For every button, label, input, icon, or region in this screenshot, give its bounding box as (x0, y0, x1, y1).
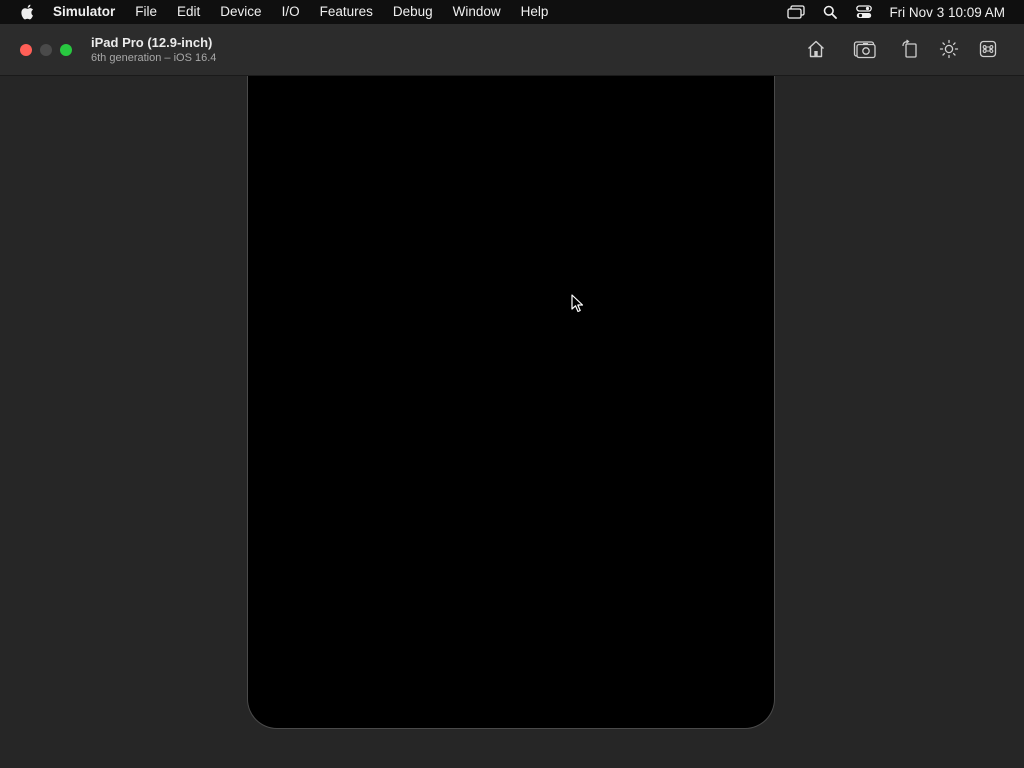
home-icon (808, 40, 824, 58)
menu-bar: Simulator File Edit Device I/O Features … (0, 0, 1024, 24)
appearance-sun-icon (939, 39, 959, 59)
screenshot-camera-icon (853, 41, 876, 59)
rotate-icon (902, 39, 917, 58)
control-center-icon[interactable] (853, 0, 875, 24)
screen-mirroring-icon[interactable] (785, 0, 807, 24)
simulator-title-bar: iPad Pro (12.9-inch) 6th generation – iO… (0, 24, 1024, 76)
menu-bar-status-area: Fri Nov 3 10:09 AM (773, 0, 1024, 24)
menu-window[interactable]: Window (443, 0, 511, 24)
device-subtitle: 6th generation – iOS 16.4 (91, 52, 217, 64)
menu-edit[interactable]: Edit (167, 0, 210, 24)
search-icon[interactable] (819, 0, 841, 24)
command-icon (979, 40, 997, 58)
screenshot-button[interactable] (853, 37, 877, 61)
mouse-cursor-icon (571, 294, 584, 313)
device-screen[interactable] (251, 76, 771, 725)
window-minimize-button[interactable] (40, 44, 52, 56)
appearance-button[interactable] (937, 37, 961, 61)
menu-device[interactable]: Device (210, 0, 271, 24)
menu-io[interactable]: I/O (272, 0, 310, 24)
menu-app-name[interactable]: Simulator (53, 0, 125, 24)
ipad-device-frame (247, 76, 775, 729)
menu-file[interactable]: File (125, 0, 167, 24)
keyboard-shortcuts-button[interactable] (976, 37, 1000, 61)
menu-features[interactable]: Features (310, 0, 383, 24)
rotate-button[interactable] (898, 37, 922, 61)
window-zoom-button[interactable] (60, 44, 72, 56)
device-name: iPad Pro (12.9-inch) (91, 35, 213, 50)
home-button[interactable] (804, 37, 828, 61)
menu-help[interactable]: Help (511, 0, 559, 24)
window-title: iPad Pro (12.9-inch) 6th generation – iO… (91, 35, 216, 65)
window-close-button[interactable] (20, 44, 32, 56)
menu-debug[interactable]: Debug (383, 0, 443, 24)
apple-logo-icon[interactable] (19, 0, 35, 24)
menu-bar-clock[interactable]: Fri Nov 3 10:09 AM (889, 5, 1005, 20)
